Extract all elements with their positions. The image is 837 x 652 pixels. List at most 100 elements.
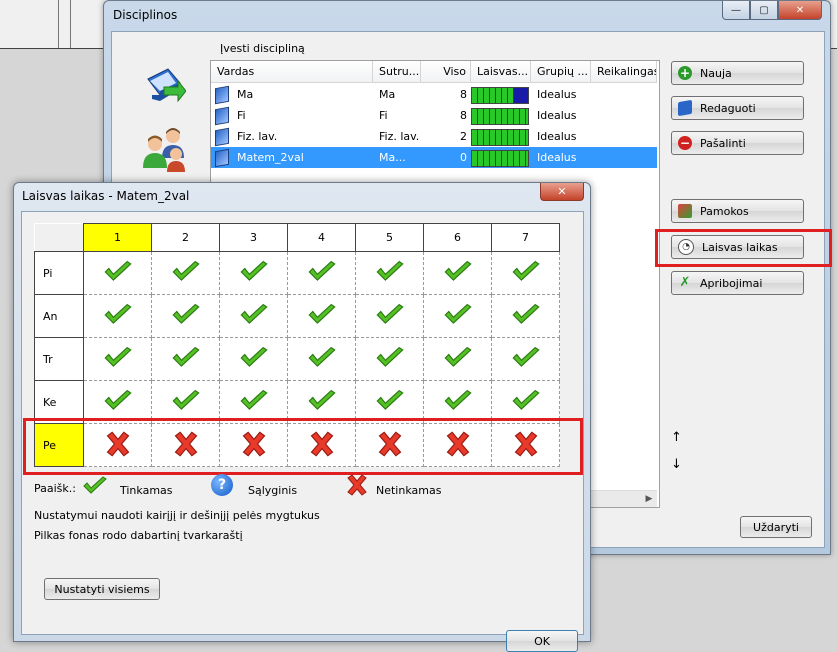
scroll-right-icon[interactable]: ▶ <box>641 491 657 507</box>
caption-buttons: — ▢ ✕ <box>722 1 822 20</box>
move-down-icon[interactable]: ↓ <box>671 457 682 472</box>
delete-button[interactable]: − Pašalinti <box>671 131 804 155</box>
row-short: Ma <box>379 88 396 101</box>
period-header[interactable]: 6 <box>423 223 492 252</box>
restrictions-icon: ✗ <box>679 275 691 290</box>
free-time-bar <box>471 129 529 146</box>
legend-no-label: Netinkamas <box>376 484 442 497</box>
row-name: Matem_2val <box>237 151 304 164</box>
check-icon <box>171 303 201 330</box>
minimize-button[interactable]: — <box>722 1 750 20</box>
period-header[interactable]: 1 <box>83 223 152 252</box>
column-header-total[interactable]: Viso <box>421 61 471 83</box>
set-all-button[interactable]: Nustatyti visiems <box>44 578 160 600</box>
lessons-icon <box>678 204 692 218</box>
row-total: 2 <box>460 130 467 143</box>
check-icon <box>171 260 201 287</box>
check-icon <box>511 346 541 373</box>
slot-cell[interactable] <box>423 251 492 295</box>
table-row[interactable]: Ma Ma 8 Idealus <box>211 84 657 105</box>
check-icon <box>307 389 337 416</box>
slot-cell[interactable] <box>151 337 220 381</box>
slot-cell[interactable] <box>287 337 356 381</box>
table-row-selected[interactable]: Matem_2val Ma... 0 Idealus <box>211 147 657 168</box>
free-time-dialog: Laisvas laikas - Matem_2val ✕ 1 2 3 4 5 … <box>13 182 591 652</box>
free-time-bar <box>471 150 529 167</box>
column-header-name[interactable]: Vardas <box>211 61 373 83</box>
slot-cell[interactable] <box>151 294 220 338</box>
row-group: Idealus <box>537 130 577 143</box>
day-header[interactable]: An <box>34 294 84 338</box>
period-header[interactable]: 4 <box>287 223 356 252</box>
check-icon <box>239 260 269 287</box>
period-header[interactable]: 7 <box>491 223 560 252</box>
edit-document-icon <box>678 99 692 117</box>
check-icon <box>239 346 269 373</box>
day-header[interactable]: Pi <box>34 251 84 295</box>
hint-gray-background: Pilkas fonas rodo dabartinį tvarkaraštį <box>34 529 243 542</box>
check-icon <box>239 303 269 330</box>
check-icon <box>307 303 337 330</box>
highlight-box <box>655 229 832 267</box>
slot-cell[interactable] <box>219 251 288 295</box>
delete-button-label: Pašalinti <box>700 136 746 150</box>
slot-cell[interactable] <box>491 251 560 295</box>
row-short: Fi <box>379 109 388 122</box>
column-header-required[interactable]: Reikalingas r <box>591 61 657 83</box>
lessons-button-label: Pamokos <box>700 204 749 218</box>
maximize-button[interactable]: ▢ <box>750 1 778 20</box>
slot-cell[interactable] <box>83 251 152 295</box>
check-icon <box>375 303 405 330</box>
table-row[interactable]: Fi Fi 8 Idealus <box>211 105 657 126</box>
close-button[interactable]: ✕ <box>778 1 822 20</box>
move-up-icon[interactable]: ↑ <box>671 430 682 445</box>
plus-icon: + <box>678 66 692 80</box>
period-header[interactable]: 5 <box>355 223 424 252</box>
day-row: An <box>34 294 560 338</box>
table-row[interactable]: Fiz. lav. Fiz. lav. 2 Idealus <box>211 126 657 147</box>
slot-cell[interactable] <box>287 294 356 338</box>
slot-cell[interactable] <box>355 251 424 295</box>
enter-discipline-label: Įvesti discipliną <box>220 42 305 55</box>
slot-cell[interactable] <box>491 337 560 381</box>
period-header[interactable]: 2 <box>151 223 220 252</box>
check-icon <box>307 260 337 287</box>
new-button-label: Nauja <box>700 66 732 80</box>
slot-cell[interactable] <box>151 251 220 295</box>
slot-cell[interactable] <box>287 251 356 295</box>
document-icon <box>215 148 229 168</box>
column-header-short[interactable]: Sutru... <box>373 61 421 83</box>
slot-cell[interactable] <box>219 294 288 338</box>
day-header[interactable]: Tr <box>34 337 84 381</box>
edit-button-label: Redaguoti <box>700 101 756 115</box>
ok-button[interactable]: OK <box>506 630 578 652</box>
row-name: Ma <box>237 88 254 101</box>
edit-button[interactable]: Redaguoti <box>671 96 804 120</box>
check-icon <box>511 389 541 416</box>
slot-cell[interactable] <box>219 337 288 381</box>
cross-icon <box>345 474 369 499</box>
window-title: Disciplinos <box>113 8 178 22</box>
minus-icon: − <box>678 136 692 150</box>
dialog-close-button[interactable]: ✕ <box>540 183 584 201</box>
slot-cell[interactable] <box>491 294 560 338</box>
restrictions-button[interactable]: ✗ Apribojimai <box>671 271 804 295</box>
slot-cell[interactable] <box>423 294 492 338</box>
slot-cell[interactable] <box>83 337 152 381</box>
close-window-button[interactable]: Uždaryti <box>740 516 812 538</box>
day-row: Tr <box>34 337 560 381</box>
slot-cell[interactable] <box>423 337 492 381</box>
check-icon <box>375 346 405 373</box>
column-header-groups[interactable]: Grupių ... <box>531 61 591 83</box>
check-icon <box>103 303 133 330</box>
slot-cell[interactable] <box>83 294 152 338</box>
period-header[interactable]: 3 <box>219 223 288 252</box>
slot-cell[interactable] <box>355 294 424 338</box>
restrictions-button-label: Apribojimai <box>700 276 763 290</box>
document-icon <box>215 106 229 126</box>
slot-cell[interactable] <box>355 337 424 381</box>
lessons-button[interactable]: Pamokos <box>671 199 804 223</box>
row-group: Idealus <box>537 88 577 101</box>
new-button[interactable]: + Nauja <box>671 61 804 85</box>
column-header-free[interactable]: Laisvas... <box>471 61 531 83</box>
